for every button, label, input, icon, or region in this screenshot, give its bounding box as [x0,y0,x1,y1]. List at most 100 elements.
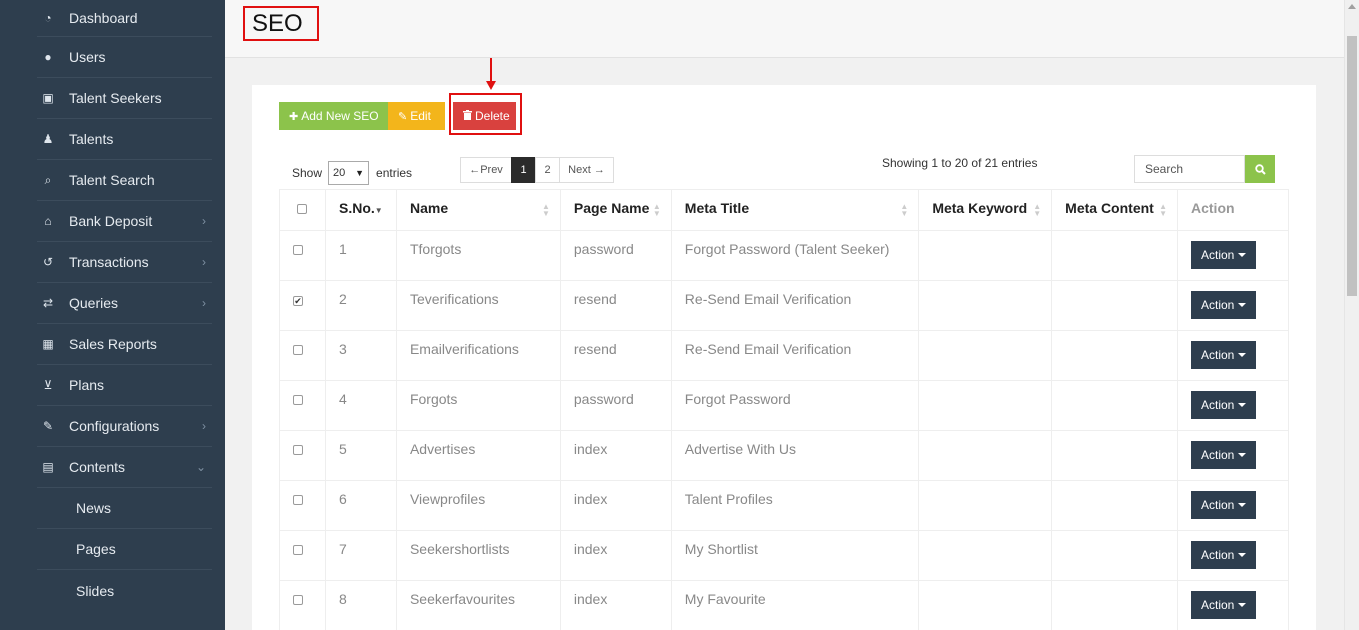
length-control: Show 20 ▼ entries [292,161,412,185]
page-header: SEO [225,0,1344,58]
action-dropdown-button[interactable]: Action [1191,341,1257,369]
sidebar-item-bank-deposit[interactable]: ⌂ Bank Deposit › [37,201,212,242]
exchange-icon: ⇄ [42,296,54,310]
table-row: 7 Seekershortlists index My Shortlist Action [279,530,1289,581]
cell-action: Action [1177,480,1289,531]
action-label: Action [1201,598,1235,612]
cell-page-name: password [559,230,672,281]
edit-label: Edit [410,109,431,123]
cell-page-name: index [559,430,672,481]
cell-meta-content [1051,280,1178,331]
cell-name: Seekershortlists [395,530,561,581]
row-checkbox[interactable] [293,445,303,455]
sidebar-item-contents[interactable]: ▤ Contents ⌄ [37,447,212,488]
action-label: Action [1201,298,1235,312]
column-name[interactable]: Name ▲ ▼ [395,189,561,231]
cell-meta-keyword [918,530,1053,581]
cell-meta-title: Advertise With Us [670,430,920,481]
table-row: ✔ 2 Teverifications resend Re-Send Email Ver… [279,280,1289,331]
cell-action: Action [1177,580,1289,630]
entries-select[interactable]: 20 ▼ [328,161,370,185]
scroll-thumb[interactable] [1347,36,1357,296]
cell-meta-keyword [918,380,1053,431]
action-dropdown-button[interactable]: Action [1191,391,1257,419]
action-dropdown-button[interactable]: Action [1191,441,1257,469]
sort-icon: ▲ ▼ [1033,202,1042,218]
cell-action: Action [1177,280,1289,331]
sidebar-item-plans[interactable]: ⊻ Plans [37,365,212,406]
next-page-button[interactable]: Next → [559,157,614,183]
row-checkbox[interactable]: ✔ [293,296,303,306]
sidebar-item-configurations[interactable]: ✎ Configurations › [37,406,212,447]
page-1-button[interactable]: 1 [511,157,536,183]
cell-name: Viewprofiles [395,480,561,531]
table-row: 6 Viewprofiles index Talent Profiles Action [279,480,1289,531]
table-row: 5 Advertises index Advertise With Us Action [279,430,1289,481]
delete-highlight-box [449,93,522,135]
column-meta-title[interactable]: Meta Title ▲ ▼ [670,189,920,231]
action-dropdown-button[interactable]: Action [1191,491,1257,519]
column-meta-content-label: Meta Content [1065,200,1154,216]
add-new-seo-button[interactable]: ✚ Add New SEO [279,102,389,130]
action-label: Action [1201,498,1235,512]
row-checkbox[interactable] [293,545,303,555]
cell-meta-content [1051,330,1178,381]
column-page-name-label: Page Name [573,200,650,216]
action-label: Action [1201,448,1235,462]
row-checkbox[interactable] [293,495,303,505]
page-2-button[interactable]: 2 [535,157,560,183]
scroll-up-arrow-icon[interactable] [1348,4,1356,9]
cell-meta-title: Re-Send Email Verification [670,280,920,331]
caret-down-icon [1238,353,1247,357]
sidebar-item-label: Talent Seekers [69,90,162,106]
cell-action: Action [1177,330,1289,381]
select-all-checkbox[interactable] [297,204,307,214]
table-row: 8 Seekerfavourites index My Favourite Action [279,580,1289,630]
table-header-row: S.No.▼ Name ▲ ▼ Page Name ▲ ▼ Meta Title ▲ ▼ M… [279,189,1289,231]
row-checkbox[interactable] [293,395,303,405]
search-input[interactable]: Search [1134,155,1245,183]
sidebar-item-dashboard[interactable]: ◔ Dashboard [37,0,212,37]
prev-page-button[interactable]: ←Prev [460,157,512,183]
sidebar-item-talent-search[interactable]: ⌕ Talent Search [37,160,212,201]
cell-meta-keyword [918,230,1053,281]
sidebar-item-users[interactable]: ● Users [37,37,212,78]
plus-icon: ✚ [289,110,299,123]
sidebar-item-sales-reports[interactable]: ▦ Sales Reports [37,324,212,365]
sort-icon: ▲ ▼ [900,202,909,218]
sidebar-item-talents[interactable]: ♟ Talents [37,119,212,160]
sort-icon: ▲ ▼ [1159,202,1167,218]
action-dropdown-button[interactable]: Action [1191,541,1257,569]
row-checkbox[interactable] [293,245,303,255]
search-button[interactable] [1245,155,1275,183]
action-dropdown-button[interactable]: Action [1191,291,1257,319]
cell-meta-title: Forgot Password (Talent Seeker) [670,230,920,281]
row-checkbox[interactable] [293,345,303,355]
sidebar-subitem-pages[interactable]: Pages [37,529,212,570]
edit-button[interactable]: ✎ Edit [388,102,445,130]
column-meta-keyword[interactable]: Meta Keyword ▲ ▼ [918,189,1053,231]
chevron-right-icon: › [202,419,206,433]
caret-down-icon [1238,403,1247,407]
row-select-cell: ✔ [279,280,326,331]
column-page-name[interactable]: Page Name ▲ ▼ [559,189,672,231]
sidebar-item-label: Queries [69,295,119,311]
sidebar-subitem-news[interactable]: News [37,488,212,529]
action-dropdown-button[interactable]: Action [1191,241,1257,269]
row-select-cell [279,380,326,431]
action-dropdown-button[interactable]: Action [1191,591,1257,619]
row-checkbox[interactable] [293,595,303,605]
column-sno[interactable]: S.No.▼ [324,189,397,231]
sidebar-subitem-slides[interactable]: Slides [37,570,212,611]
sidebar-item-talent-seekers[interactable]: ▣ Talent Seekers [37,78,212,119]
column-meta-content[interactable]: Meta Content ▲ ▼ [1051,189,1178,231]
search-icon: ⌕ [44,172,52,187]
table-info: Showing 1 to 20 of 21 entries [882,156,1038,170]
sidebar-item-transactions[interactable]: ↺ Transactions › [37,242,212,283]
caret-down-icon: ▼ [355,168,365,178]
scrollbar[interactable] [1344,0,1359,630]
cell-sno: 1 [324,230,397,281]
cell-sno: 2 [324,280,397,331]
sidebar-item-queries[interactable]: ⇄ Queries › [37,283,212,324]
table-row: 1 Tforgots password Forgot Password (Talent… [279,230,1289,281]
